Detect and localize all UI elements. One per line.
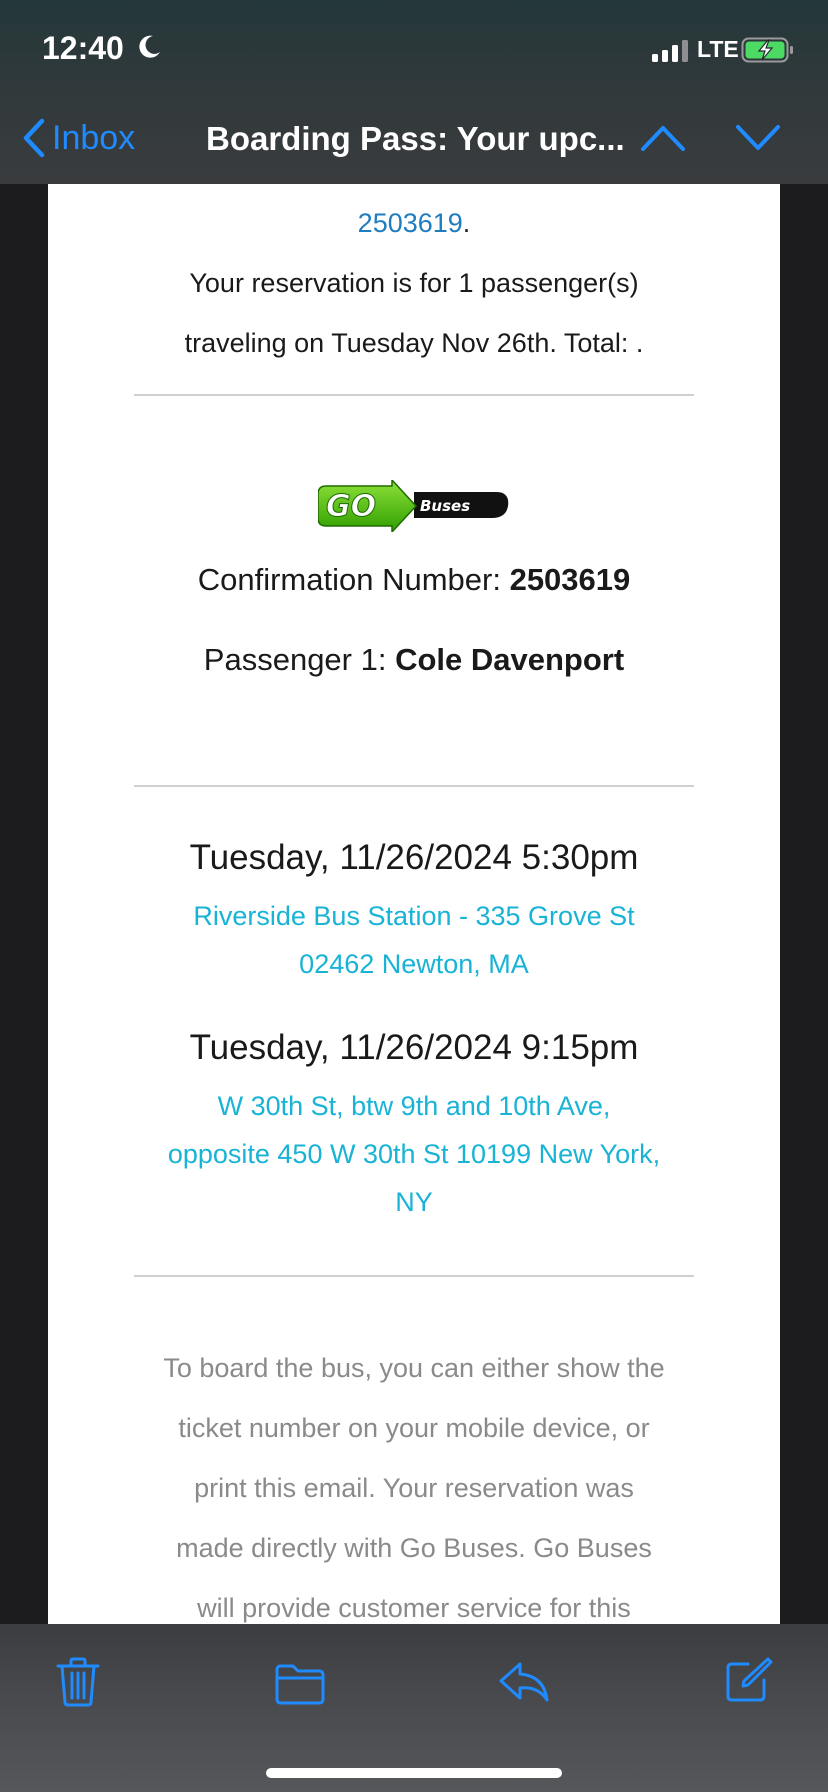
boarding-info-paragraph: To board the bus, you can either show th… xyxy=(48,1338,780,1624)
back-label: Inbox xyxy=(52,118,136,157)
info-line: print this email. Your reservation was xyxy=(194,1473,634,1503)
status-time: 12:40 xyxy=(42,30,124,66)
home-indicator xyxy=(266,1768,562,1778)
info-line: will provide customer service for this xyxy=(197,1593,631,1623)
arrival-address-line1: W 30th St, btw 9th and 10th Ave, xyxy=(217,1091,611,1121)
logo-subtext: Buses xyxy=(420,497,470,515)
next-message-button[interactable] xyxy=(735,124,781,152)
arrival-datetime: Tuesday, 11/26/2024 9:15pm xyxy=(189,1028,639,1067)
reply-icon[interactable] xyxy=(498,1660,550,1704)
folder-icon[interactable] xyxy=(274,1662,326,1706)
departure-address-line2: 02462 Newton, MA xyxy=(299,949,529,979)
moon-icon xyxy=(139,35,160,58)
reservation-line-2: traveling on Tuesday Nov 26th. Total: . xyxy=(184,328,644,358)
confirmation-link[interactable]: 2503619 xyxy=(358,208,463,238)
confirmation-line: 2503619. xyxy=(48,208,780,239)
reservation-line-1: Your reservation is for 1 passenger(s) xyxy=(189,268,639,298)
divider xyxy=(134,1275,694,1277)
arrival-address-line2: opposite 450 W 30th St 10199 New York, xyxy=(167,1139,661,1169)
info-line: To board the bus, you can either show th… xyxy=(163,1353,665,1383)
bottom-toolbar xyxy=(0,1624,828,1792)
divider xyxy=(134,785,694,787)
departure-datetime: Tuesday, 11/26/2024 5:30pm xyxy=(189,838,639,877)
confirmation-number-row: Confirmation Number: 2503619 xyxy=(48,562,780,598)
network-label: LTE xyxy=(697,36,739,62)
logo-text: GO xyxy=(326,489,376,524)
passenger-name: Cole Davenport xyxy=(395,642,625,677)
battery-charging-icon xyxy=(741,37,793,63)
divider xyxy=(134,394,694,396)
email-subject-title: Boarding Pass: Your upc... xyxy=(206,120,625,157)
passenger-row: Passenger 1: Cole Davenport xyxy=(48,642,780,678)
top-bar: 12:40 LTE Inbox Boarding Pass: Your upc.… xyxy=(0,0,828,184)
previous-message-button[interactable] xyxy=(640,124,686,152)
departure-address[interactable]: Riverside Bus Station - 335 Grove St 024… xyxy=(48,892,780,988)
confirmation-label: Confirmation Number: xyxy=(197,562,510,597)
confirmation-number: 2503619 xyxy=(509,562,631,597)
compose-icon[interactable] xyxy=(724,1656,774,1704)
passenger-label: Passenger 1: xyxy=(203,642,396,677)
signal-icon xyxy=(652,40,688,62)
go-buses-logo: GO Buses xyxy=(318,480,509,532)
info-line: ticket number on your mobile device, or xyxy=(178,1413,650,1443)
trash-icon[interactable] xyxy=(56,1657,100,1707)
arrival-address-line3: NY xyxy=(395,1187,433,1217)
email-body: 2503619. Your reservation is for 1 passe… xyxy=(48,184,780,1624)
chevron-left-icon xyxy=(23,118,45,158)
arrival-address[interactable]: W 30th St, btw 9th and 10th Ave, opposit… xyxy=(48,1082,780,1226)
departure-address-line1: Riverside Bus Station - 335 Grove St xyxy=(193,901,635,931)
back-button[interactable]: Inbox xyxy=(22,118,135,158)
info-line: made directly with Go Buses. Go Buses xyxy=(176,1533,652,1563)
confirmation-link-suffix: . xyxy=(462,208,471,238)
